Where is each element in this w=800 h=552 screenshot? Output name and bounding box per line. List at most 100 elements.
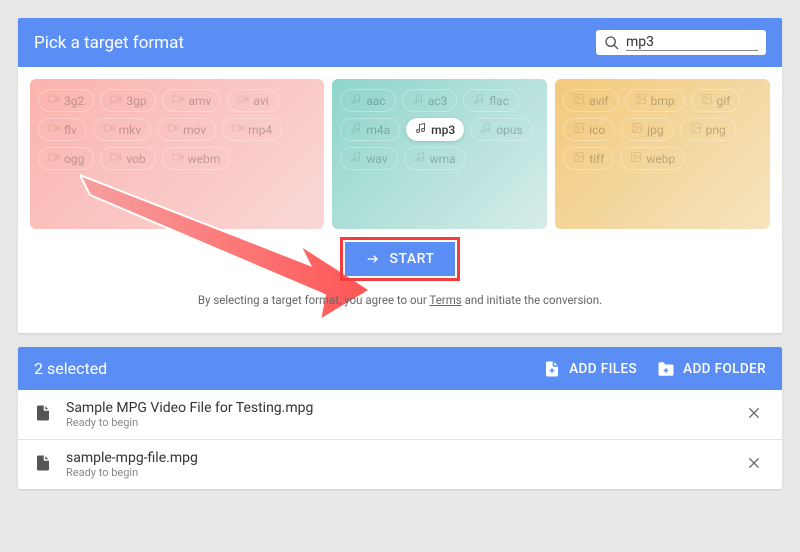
format-chip-ac3[interactable]: ac3 [402, 89, 458, 112]
format-chip-mov[interactable]: mov [157, 118, 216, 141]
file-list-card: 2 selected ADD FILES ADD FOLDER Sample M… [18, 347, 782, 489]
add-files-button[interactable]: ADD FILES [543, 360, 637, 378]
format-chip-jpg[interactable]: jpg [621, 118, 673, 141]
add-folder-label: ADD FOLDER [683, 361, 766, 377]
format-chip-wav[interactable]: wav [340, 147, 397, 170]
image-formats-card[interactable]: avif bmp gif icojpg png tiff webp [555, 79, 770, 229]
format-chip-mkv[interactable]: mkv [93, 118, 151, 141]
file-text: Sample MPG Video File for Testing.mpgRea… [66, 400, 742, 429]
header-title: Pick a target format [34, 33, 184, 53]
format-chip-webm[interactable]: webm [162, 147, 231, 170]
video-icon [110, 151, 122, 166]
image-icon [631, 122, 643, 137]
close-icon [746, 406, 762, 425]
chip-label: tiff [589, 152, 604, 166]
terms-prefix: By selecting a target format, you agree … [198, 293, 430, 307]
format-chip-3gp[interactable]: 3gp [100, 89, 156, 112]
chip-label: flac [489, 94, 509, 108]
image-icon [573, 93, 585, 108]
file-status: Ready to begin [66, 466, 742, 479]
format-chip-mp3[interactable]: mp3 [406, 118, 464, 141]
search-icon [604, 35, 620, 51]
remove-file-button[interactable] [742, 451, 766, 479]
format-chip-wma[interactable]: wma [404, 147, 466, 170]
chip-label: bmp [651, 94, 675, 108]
start-label: START [389, 251, 434, 267]
chip-label: mov [183, 123, 206, 137]
format-chip-gif[interactable]: gif [691, 89, 741, 112]
search-input[interactable] [626, 34, 758, 51]
file-icon [34, 404, 52, 426]
file-list-header: 2 selected ADD FILES ADD FOLDER [18, 347, 782, 390]
audio-formats-card[interactable]: aac ac3 flac m4a mp3 opus wav wma [332, 79, 547, 229]
action-row: START By selecting a target format, you … [30, 229, 770, 321]
format-chip-opus[interactable]: opus [470, 118, 532, 141]
format-chip-png[interactable]: png [680, 118, 736, 141]
format-picker-card: Pick a target format 3g2 3gp amv avi flv mkv m… [18, 18, 782, 333]
format-area: 3g2 3gp amv avi flv mkv mov mp4 ogg vob webm aac ac… [18, 67, 782, 333]
music-icon [473, 93, 485, 108]
selected-count: 2 selected [34, 359, 107, 378]
chip-label: 3g2 [64, 94, 84, 108]
arrow-right-icon [365, 251, 381, 267]
file-name: Sample MPG Video File for Testing.mpg [66, 400, 742, 416]
format-chip-3g2[interactable]: 3g2 [38, 89, 94, 112]
file-row: Sample MPG Video File for Testing.mpgRea… [18, 390, 782, 440]
music-icon [415, 122, 427, 137]
chip-label: avi [253, 94, 268, 108]
chip-label: mp4 [248, 123, 272, 137]
file-list: Sample MPG Video File for Testing.mpgRea… [18, 390, 782, 489]
video-formats-card[interactable]: 3g2 3gp amv avi flv mkv mov mp4 ogg vob webm [30, 79, 324, 229]
format-chip-avi[interactable]: avi [227, 89, 278, 112]
format-header: Pick a target format [18, 18, 782, 67]
add-folder-button[interactable]: ADD FOLDER [657, 360, 766, 378]
terms-link[interactable]: Terms [429, 293, 461, 307]
video-icon [237, 93, 249, 108]
chip-label: mp3 [431, 123, 455, 137]
chip-label: webp [646, 152, 675, 166]
video-icon [167, 122, 179, 137]
format-chip-tiff[interactable]: tiff [563, 147, 614, 170]
video-icon [110, 93, 122, 108]
chip-label: aac [366, 94, 385, 108]
format-chip-avif[interactable]: avif [563, 89, 618, 112]
file-text: sample-mpg-file.mpgReady to begin [66, 450, 742, 479]
image-icon [635, 93, 647, 108]
music-icon [350, 122, 362, 137]
image-icon [630, 151, 642, 166]
format-chip-amv[interactable]: amv [162, 89, 221, 112]
format-chip-vob[interactable]: vob [100, 147, 155, 170]
file-add-icon [543, 360, 561, 378]
music-icon [480, 122, 492, 137]
search-box[interactable] [596, 30, 766, 55]
video-icon [172, 93, 184, 108]
format-chip-mp4[interactable]: mp4 [222, 118, 282, 141]
music-icon [412, 93, 424, 108]
image-icon [573, 122, 585, 137]
close-icon [746, 456, 762, 475]
image-icon [690, 122, 702, 137]
terms-text: By selecting a target format, you agree … [198, 293, 602, 307]
chip-label: vob [126, 152, 145, 166]
format-chip-flv[interactable]: flv [38, 118, 87, 141]
file-status: Ready to begin [66, 416, 742, 429]
format-chip-webp[interactable]: webp [620, 147, 685, 170]
chip-label: opus [496, 123, 522, 137]
chip-label: wav [366, 152, 387, 166]
format-chip-aac[interactable]: aac [340, 89, 395, 112]
format-chip-bmp[interactable]: bmp [625, 89, 685, 112]
chip-label: png [706, 123, 726, 137]
remove-file-button[interactable] [742, 401, 766, 429]
chip-label: 3gp [126, 94, 146, 108]
start-button[interactable]: START [345, 242, 454, 276]
format-chip-flac[interactable]: flac [463, 89, 519, 112]
terms-suffix: and initiate the conversion. [462, 293, 602, 307]
video-icon [103, 122, 115, 137]
chip-label: mkv [119, 123, 141, 137]
format-chip-ico[interactable]: ico [563, 118, 615, 141]
format-chip-m4a[interactable]: m4a [340, 118, 400, 141]
video-icon [172, 151, 184, 166]
image-icon [573, 151, 585, 166]
chip-label: avif [589, 94, 608, 108]
format-chip-ogg[interactable]: ogg [38, 147, 94, 170]
